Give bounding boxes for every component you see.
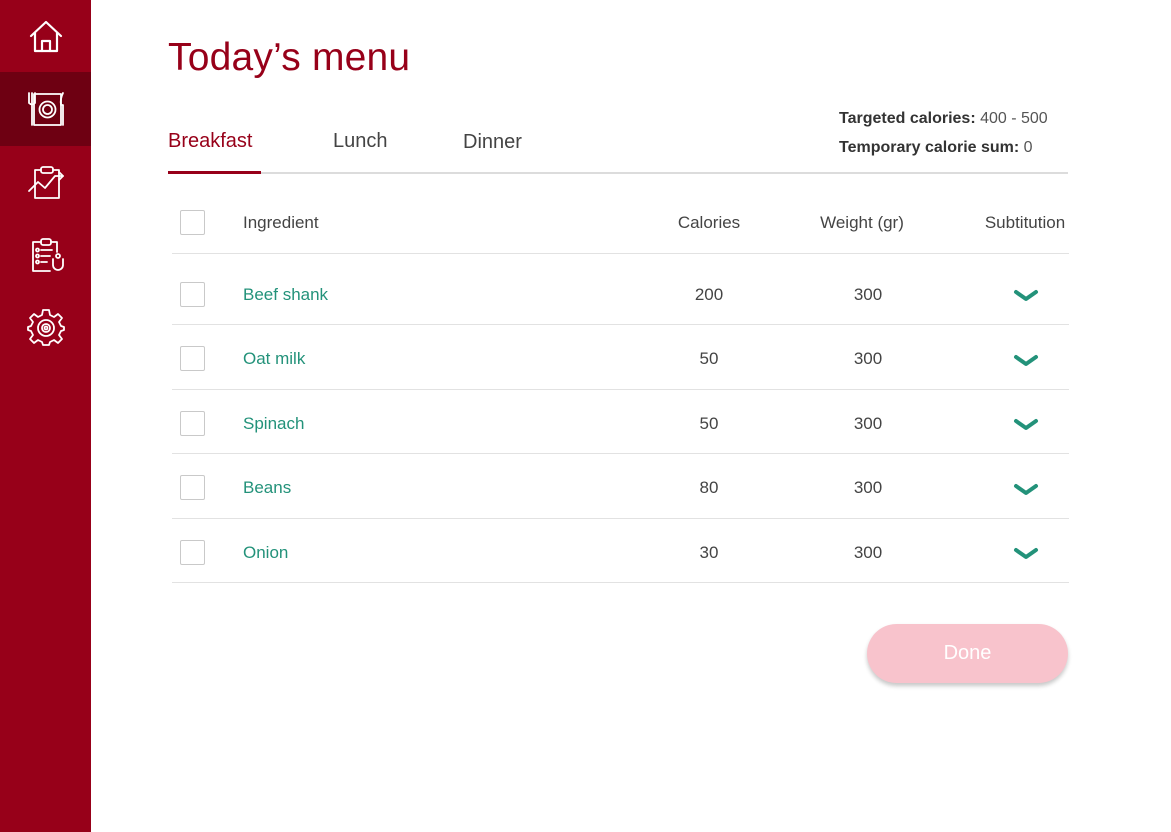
chevron-down-icon[interactable]: [1013, 353, 1039, 369]
sidebar-item-health-report[interactable]: [0, 218, 91, 292]
sidebar-item-settings[interactable]: [0, 290, 91, 364]
tabs-divider: [168, 172, 1068, 174]
ingredient-name[interactable]: Oat milk: [243, 349, 305, 369]
select-all-checkbox[interactable]: [180, 210, 205, 235]
ingredient-name[interactable]: Spinach: [243, 414, 304, 434]
row-checkbox[interactable]: [180, 475, 205, 500]
chevron-down-icon[interactable]: [1013, 546, 1039, 562]
ingredient-name[interactable]: Beef shank: [243, 285, 328, 305]
sidebar: [0, 0, 91, 832]
targeted-calories: Targeted calories: 400 - 500: [839, 110, 1048, 128]
calories-value: 80: [699, 478, 719, 497]
column-header-substitution: Subtitution: [984, 213, 1066, 232]
calories-value: 50: [699, 349, 719, 368]
ingredient-name[interactable]: Onion: [243, 543, 288, 563]
page-title: Today’s menu: [168, 36, 411, 79]
menu-plate-icon: [27, 92, 64, 126]
home-icon: [29, 20, 62, 53]
tab-dinner[interactable]: Dinner: [463, 131, 522, 154]
active-tab-indicator: [168, 171, 261, 174]
temporary-calorie-sum-value: 0: [1023, 139, 1033, 156]
calories-value: 30: [699, 543, 719, 562]
column-header-weight: Weight (gr): [820, 213, 904, 232]
column-header-ingredient: Ingredient: [243, 213, 319, 232]
progress-chart-icon: [27, 166, 64, 199]
weight-value: 300: [853, 349, 883, 368]
sidebar-item-menu[interactable]: [0, 72, 91, 146]
temporary-calorie-sum-label: Temporary calorie sum:: [839, 139, 1020, 156]
sidebar-item-home[interactable]: [0, 0, 91, 74]
health-report-icon: [31, 238, 64, 272]
settings-gear-icon: [26, 309, 65, 346]
sidebar-item-progress[interactable]: [0, 146, 91, 220]
tab-breakfast[interactable]: Breakfast: [168, 130, 252, 153]
row-divider: [172, 453, 1069, 454]
done-button[interactable]: Done: [867, 624, 1068, 683]
header-divider: [172, 253, 1069, 254]
column-header-calories: Calories: [677, 213, 741, 232]
targeted-calories-value: 400 - 500: [980, 110, 1048, 127]
tab-lunch[interactable]: Lunch: [333, 130, 388, 153]
row-checkbox[interactable]: [180, 346, 205, 371]
calories-value: 200: [694, 285, 724, 304]
chevron-down-icon[interactable]: [1013, 482, 1039, 498]
row-divider: [172, 389, 1069, 390]
row-divider: [172, 582, 1069, 583]
row-checkbox[interactable]: [180, 411, 205, 436]
chevron-down-icon[interactable]: [1013, 417, 1039, 433]
calories-value: 50: [699, 414, 719, 433]
row-checkbox[interactable]: [180, 282, 205, 307]
row-checkbox[interactable]: [180, 540, 205, 565]
weight-value: 300: [853, 414, 883, 433]
weight-value: 300: [853, 285, 883, 304]
weight-value: 300: [853, 478, 883, 497]
temporary-calorie-sum: Temporary calorie sum: 0: [839, 139, 1033, 157]
chevron-down-icon[interactable]: [1013, 288, 1039, 304]
row-divider: [172, 518, 1069, 519]
targeted-calories-label: Targeted calories:: [839, 110, 976, 127]
weight-value: 300: [853, 543, 883, 562]
row-divider: [172, 324, 1069, 325]
ingredient-name[interactable]: Beans: [243, 478, 291, 498]
